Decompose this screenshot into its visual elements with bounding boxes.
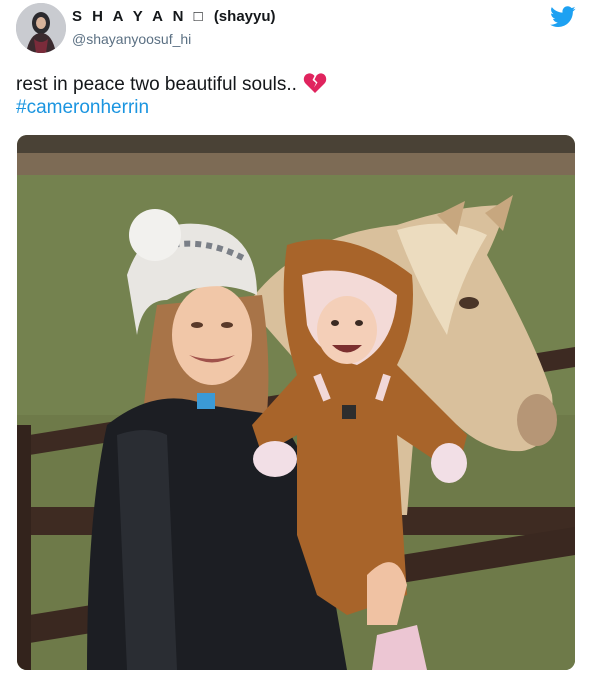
profile-photo-icon — [16, 3, 66, 53]
user-handle[interactable]: @shayanyoosuf_hi — [72, 31, 191, 47]
broken-heart-icon — [303, 72, 327, 102]
user-name-row[interactable]: S H A Y A N □ (shayyu) — [72, 8, 276, 25]
avatar[interactable] — [16, 3, 66, 53]
tweet-card: S H A Y A N □ (shayyu) @shayanyoosuf_hi … — [0, 0, 597, 675]
alt-name[interactable]: (shayyu) — [214, 8, 276, 25]
tweet-text: rest in peace two beautiful souls.. — [16, 74, 297, 95]
twitter-bird-icon[interactable] — [550, 6, 576, 28]
display-name[interactable]: S H A Y A N □ — [72, 8, 206, 25]
photo-woman-baby-horse-icon — [17, 135, 575, 670]
tweet-photo[interactable] — [17, 135, 575, 670]
hashtag-link[interactable]: #cameronherrin — [16, 97, 149, 119]
